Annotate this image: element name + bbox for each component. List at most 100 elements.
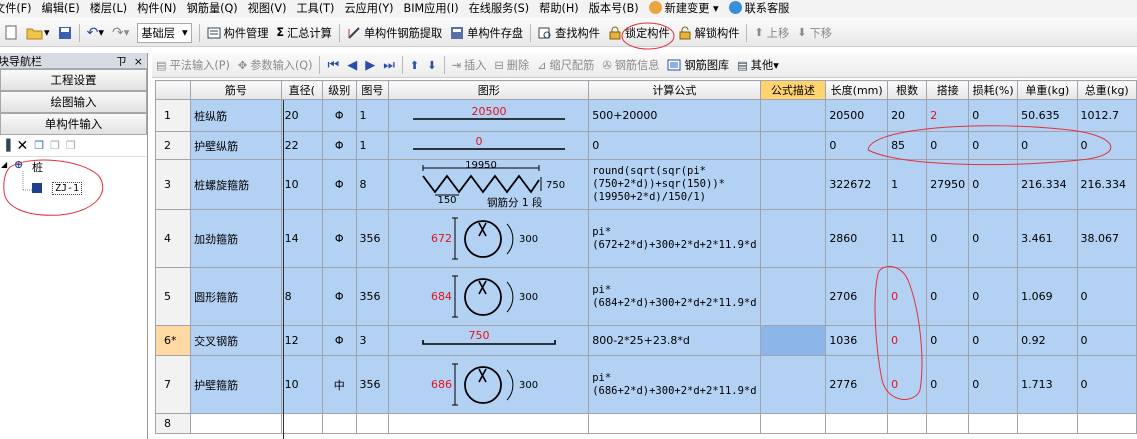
paste-icon[interactable]: ❐ [50,139,60,152]
cell-grade[interactable]: Φ [321,209,357,268]
cell-grade[interactable]: Φ [321,267,357,326]
close-icon[interactable]: × [134,55,143,68]
menu-version[interactable]: 版本号(B) [584,0,644,18]
next-record-button[interactable]: ▶ [361,54,379,76]
cell-unit-weight[interactable] [1017,413,1078,434]
redo-button[interactable]: ↷ ▾ [108,22,133,44]
menu-online[interactable]: 在线服务(S) [464,0,535,18]
cell-name[interactable]: 桩螺旋箍筋 [190,159,282,210]
add-icon[interactable]: ▐ [2,139,10,152]
cell-count[interactable]: 0 [887,267,928,326]
table-row[interactable]: 1 桩纵筋 20 Φ 1 20500 500+20000 20500 20 2 … [154,99,1137,132]
contact-service[interactable]: 联系客服 [724,0,795,18]
first-record-button[interactable]: ⏮ [323,54,343,76]
cell-formula-desc[interactable] [759,325,827,356]
col-header-lap[interactable]: 搭接 [926,80,970,100]
cell-grade[interactable]: Φ [321,159,357,210]
cell-count[interactable]: 20 [887,99,928,132]
save-button[interactable] [54,22,76,44]
cell-fig-no[interactable]: 356 [355,267,390,326]
col-header-grade[interactable]: 级别 [321,80,357,100]
cell-total-weight[interactable] [1076,413,1137,434]
row-number[interactable]: 6* [154,325,192,356]
cell-formula[interactable]: pi*(686+2*d)+300+2*d+2*11.9*d [588,355,761,414]
menu-bim[interactable]: BIM应用(I) [399,0,464,18]
cell-formula[interactable]: pi*(684+2*d)+300+2*d+2*11.9*d [588,267,761,326]
clipboard-icon[interactable]: ❐ [66,139,76,152]
cell-name[interactable]: 圆形箍筋 [190,267,282,326]
tree-child-label[interactable]: ZJ-1 [52,182,83,195]
cell-diameter[interactable]: 8 [280,267,323,326]
menu-edit[interactable]: 编辑(E) [37,0,85,18]
cell-shape[interactable]: 686 300 [388,355,590,414]
cell-fig-no[interactable]: 3 [355,325,390,356]
lock-component-button[interactable]: 锁定构件 [604,22,674,44]
cell-total-weight[interactable]: 0 [1076,325,1137,356]
cell-fig-no[interactable]: 356 [355,355,390,414]
cell-count[interactable]: 11 [887,209,928,268]
col-header-count[interactable]: 根数 [887,80,928,100]
col-header-shape[interactable]: 图形 [388,80,590,100]
cell-loss[interactable]: 0 [968,99,1019,132]
rebar-lib-button[interactable]: 钢筋图库 [663,54,733,76]
cell-grade[interactable]: Φ [321,325,357,356]
last-record-button[interactable]: ⏭ [379,54,399,76]
menu-rebar-qty[interactable]: 钢筋量(Q) [182,0,243,18]
cell-formula[interactable]: 800-2*25+23.8*d [588,325,761,356]
cell-grade[interactable]: 中 [321,355,357,414]
cell-total-weight[interactable]: 0 [1076,267,1137,326]
new-change-menu[interactable]: 新建变更 ▾ [644,0,724,18]
cell-formula[interactable]: round(sqrt(sqr(pi*(750+2*d))+sqr(150))*(… [588,159,761,210]
cell-diameter[interactable]: 10 [280,159,323,210]
col-header-unit-weight[interactable]: 单重(kg) [1017,80,1078,100]
open-file-button[interactable]: ▾ [22,22,54,44]
cell-grade[interactable] [321,413,357,434]
cell-formula-desc[interactable] [759,159,827,210]
cell-length[interactable]: 2776 [825,355,889,414]
cell-loss[interactable]: 0 [968,131,1019,160]
cell-name[interactable] [190,413,282,434]
menu-cloud[interactable]: 云应用(Y) [339,0,398,18]
cell-loss[interactable] [968,413,1019,434]
nav-single-component-input[interactable]: 单构件输入 [0,113,147,135]
cell-lap[interactable]: 0 [926,355,970,414]
cell-formula-desc[interactable] [759,267,827,326]
scale-rebar-button[interactable]: ⊿ 缩尺配筋 [533,54,598,76]
cell-shape[interactable]: 19950 750 150 钢筋分 1 段 [388,159,590,210]
menu-component[interactable]: 构件(N) [132,0,181,18]
cell-lap[interactable] [926,413,970,434]
cell-diameter[interactable]: 20 [280,99,323,132]
menu-view[interactable]: 视图(V) [243,0,292,18]
rebar-info-button[interactable]: ✇ 钢筋信息 [598,54,663,76]
menu-floor[interactable]: 楼层(L) [85,0,132,18]
cell-unit-weight[interactable]: 216.334 [1017,159,1078,210]
cell-formula-desc[interactable] [759,209,827,268]
cell-formula-desc[interactable] [759,99,827,132]
cell-count[interactable]: 0 [887,325,928,356]
cell-count[interactable]: 85 [887,131,928,160]
other-menu-button[interactable]: ▤ 其他 ▾ [733,54,783,76]
col-header-fig-no[interactable]: 图号 [355,80,390,100]
cell-formula[interactable]: 500+20000 [588,99,761,132]
row-up-button[interactable]: ⬆ [406,54,423,76]
move-up-button[interactable]: ⬆ 上移 [750,22,793,44]
col-header-formula[interactable]: 计算公式 [588,80,761,100]
cell-fig-no[interactable]: 8 [355,159,390,210]
cell-lap[interactable]: 0 [926,325,970,356]
cell-loss[interactable]: 0 [968,159,1019,210]
table-row[interactable]: 4 加劲箍筋 14 Φ 356 672 300 pi*(672+2*d)+300… [154,209,1137,268]
param-input-button[interactable]: ✥ 参数输入(Q) [234,54,317,76]
col-header-diameter[interactable]: 直径( [280,80,323,100]
cell-loss[interactable]: 0 [968,325,1019,356]
cell-count[interactable]: 0 [887,355,928,414]
cell-grade[interactable]: Φ [321,131,357,160]
cell-fig-no[interactable] [355,413,390,434]
cell-shape[interactable]: 20500 [388,99,590,132]
cell-total-weight[interactable]: 1012.7 [1076,99,1137,132]
cell-total-weight[interactable]: 0 [1076,131,1137,160]
nav-project-settings[interactable]: 工程设置 [0,69,147,91]
col-header-total-weight[interactable]: 总重(kg) [1076,80,1137,100]
cell-shape[interactable]: 0 [388,131,590,160]
sum-calc-button[interactable]: Σ 汇总计算 [272,22,335,44]
row-number[interactable]: 2 [154,131,192,160]
